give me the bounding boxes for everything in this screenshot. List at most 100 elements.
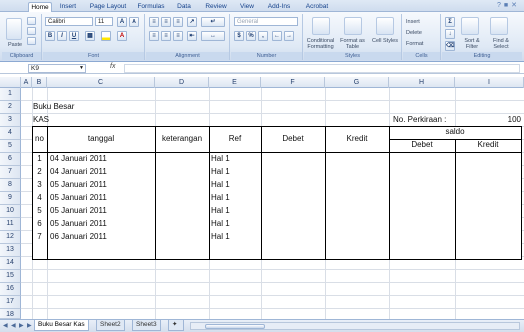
row-header[interactable]: 6 [0, 153, 21, 166]
entry-ref[interactable]: Hal 1 [211, 153, 230, 165]
tab-formulas[interactable]: Formulas [136, 2, 166, 12]
merge-center-icon[interactable]: ↔ [201, 31, 225, 41]
chevron-down-icon[interactable]: ▼ [79, 65, 84, 71]
format-table-icon[interactable] [344, 17, 362, 35]
sort-filter-icon[interactable] [461, 17, 479, 35]
entry-ref[interactable]: Hal 1 [211, 218, 230, 230]
entry-no[interactable]: 5 [32, 205, 47, 217]
entry-date[interactable]: 05 Januari 2011 [50, 179, 107, 191]
header-saldo-kredit[interactable]: Kredit [455, 139, 521, 151]
insert-cells-button[interactable]: Insert [406, 19, 420, 25]
row-header[interactable]: 9 [0, 192, 21, 205]
format-as-table-button[interactable]: Format as Table [337, 38, 368, 50]
prev-sheet-icon[interactable]: ◀ [11, 322, 16, 329]
tab-add-ins[interactable]: Add-Ins [266, 2, 292, 12]
entry-ref[interactable]: Hal 1 [211, 166, 230, 178]
align-bottom-icon[interactable]: ≡ [173, 17, 183, 27]
header-tanggal[interactable]: tanggal [47, 133, 155, 145]
tab-data[interactable]: Data [174, 2, 194, 12]
entry-date[interactable]: 05 Januari 2011 [50, 192, 107, 204]
insert-sheet-icon[interactable]: ✦ [168, 320, 184, 331]
entry-no[interactable]: 2 [32, 166, 47, 178]
paste-icon[interactable] [6, 18, 22, 40]
entry-date[interactable]: 04 Januari 2011 [50, 153, 107, 165]
entry-date[interactable]: 04 Januari 2011 [50, 166, 107, 178]
row-header[interactable]: 8 [0, 179, 21, 192]
sheet-tab-sheet3[interactable]: Sheet3 [132, 320, 161, 331]
row-header[interactable]: 12 [0, 231, 21, 244]
column-header[interactable]: D [155, 77, 209, 88]
fx-icon[interactable]: fx [110, 63, 115, 70]
find-select-icon[interactable] [490, 17, 508, 35]
row-header[interactable]: 4 [0, 127, 21, 140]
entry-no[interactable]: 3 [32, 179, 47, 191]
help-icon[interactable]: ?■✕ [497, 1, 520, 9]
cut-icon[interactable] [27, 17, 36, 25]
fill-icon[interactable]: ↓ [445, 29, 455, 39]
increase-decimal-icon[interactable]: ← [272, 31, 282, 41]
header-keterangan[interactable]: keterangan [155, 133, 209, 145]
header-saldo-debet[interactable]: Debet [389, 139, 455, 151]
decrease-decimal-icon[interactable]: → [284, 31, 294, 41]
entry-ref[interactable]: Hal 1 [211, 205, 230, 217]
row-header[interactable]: 3 [0, 114, 21, 127]
sort-filter-button[interactable]: Sort & Filter [459, 38, 485, 50]
row-header[interactable]: 14 [0, 257, 21, 270]
entry-ref[interactable]: Hal 1 [211, 179, 230, 191]
italic-button[interactable]: I [57, 31, 67, 41]
entry-no[interactable]: 1 [32, 153, 47, 165]
align-right-icon[interactable]: ≡ [173, 31, 183, 41]
entry-date[interactable]: 06 Januari 2011 [50, 231, 107, 243]
align-middle-icon[interactable]: ≡ [161, 17, 171, 27]
autosum-icon[interactable]: Σ [445, 17, 455, 27]
sheet-tab-buku-besar-kas[interactable]: Buku Besar Kas [34, 320, 89, 331]
entry-no[interactable]: 7 [32, 231, 47, 243]
header-debet[interactable]: Debet [261, 133, 325, 145]
row-header[interactable]: 18 [0, 309, 21, 319]
column-header[interactable]: F [261, 77, 325, 88]
row-header[interactable]: 2 [0, 101, 21, 114]
conditional-formatting-icon[interactable] [312, 17, 330, 35]
entry-ref[interactable]: Hal 1 [211, 192, 230, 204]
font-family-select[interactable]: Calibri [45, 17, 93, 26]
header-kredit[interactable]: Kredit [325, 133, 389, 145]
entry-ref[interactable]: Hal 1 [211, 231, 230, 243]
clear-icon[interactable]: ⌫ [445, 41, 455, 51]
account-number-label[interactable]: No. Perkiraan : [393, 114, 446, 126]
borders-icon[interactable]: ▦ [85, 31, 95, 41]
sheet-tab-sheet2[interactable]: Sheet2 [96, 320, 125, 331]
row-header[interactable]: 10 [0, 205, 21, 218]
column-header[interactable]: C [47, 77, 155, 88]
fill-color-icon[interactable] [101, 31, 111, 41]
tab-acrobat[interactable]: Acrobat [302, 2, 332, 12]
select-all-corner[interactable] [0, 77, 21, 88]
column-header[interactable]: E [209, 77, 261, 88]
delete-cells-button[interactable]: Delete [406, 30, 422, 36]
align-top-icon[interactable]: ≡ [149, 17, 159, 27]
copy-icon[interactable] [27, 27, 36, 35]
column-header[interactable]: H [389, 77, 455, 88]
conditional-formatting-button[interactable]: Conditional Formatting [305, 38, 336, 50]
row-header[interactable]: 1 [0, 88, 21, 101]
entry-no[interactable]: 6 [32, 218, 47, 230]
cell-styles-button[interactable]: Cell Styles [371, 38, 399, 44]
row-header[interactable]: 13 [0, 244, 21, 257]
percent-button[interactable]: % [246, 31, 256, 41]
orientation-icon[interactable]: ↗ [187, 17, 197, 27]
align-left-icon[interactable]: ≡ [149, 31, 159, 41]
column-header[interactable]: I [455, 77, 524, 88]
font-color-icon[interactable]: A [117, 31, 127, 41]
header-no[interactable]: no [32, 133, 47, 145]
shrink-font-button[interactable]: A [129, 17, 139, 27]
underline-button[interactable]: U [69, 31, 79, 41]
entry-no[interactable]: 4 [32, 192, 47, 204]
row-header[interactable]: 15 [0, 270, 21, 283]
tab-review[interactable]: Review [203, 2, 229, 12]
account-number[interactable]: 100 [491, 114, 521, 126]
tab-view[interactable]: View [237, 2, 257, 12]
align-center-icon[interactable]: ≡ [161, 31, 171, 41]
number-format-select[interactable]: General [234, 17, 298, 26]
column-header[interactable]: B [32, 77, 47, 88]
name-box[interactable]: K9 [28, 64, 86, 73]
bold-button[interactable]: B [45, 31, 55, 41]
